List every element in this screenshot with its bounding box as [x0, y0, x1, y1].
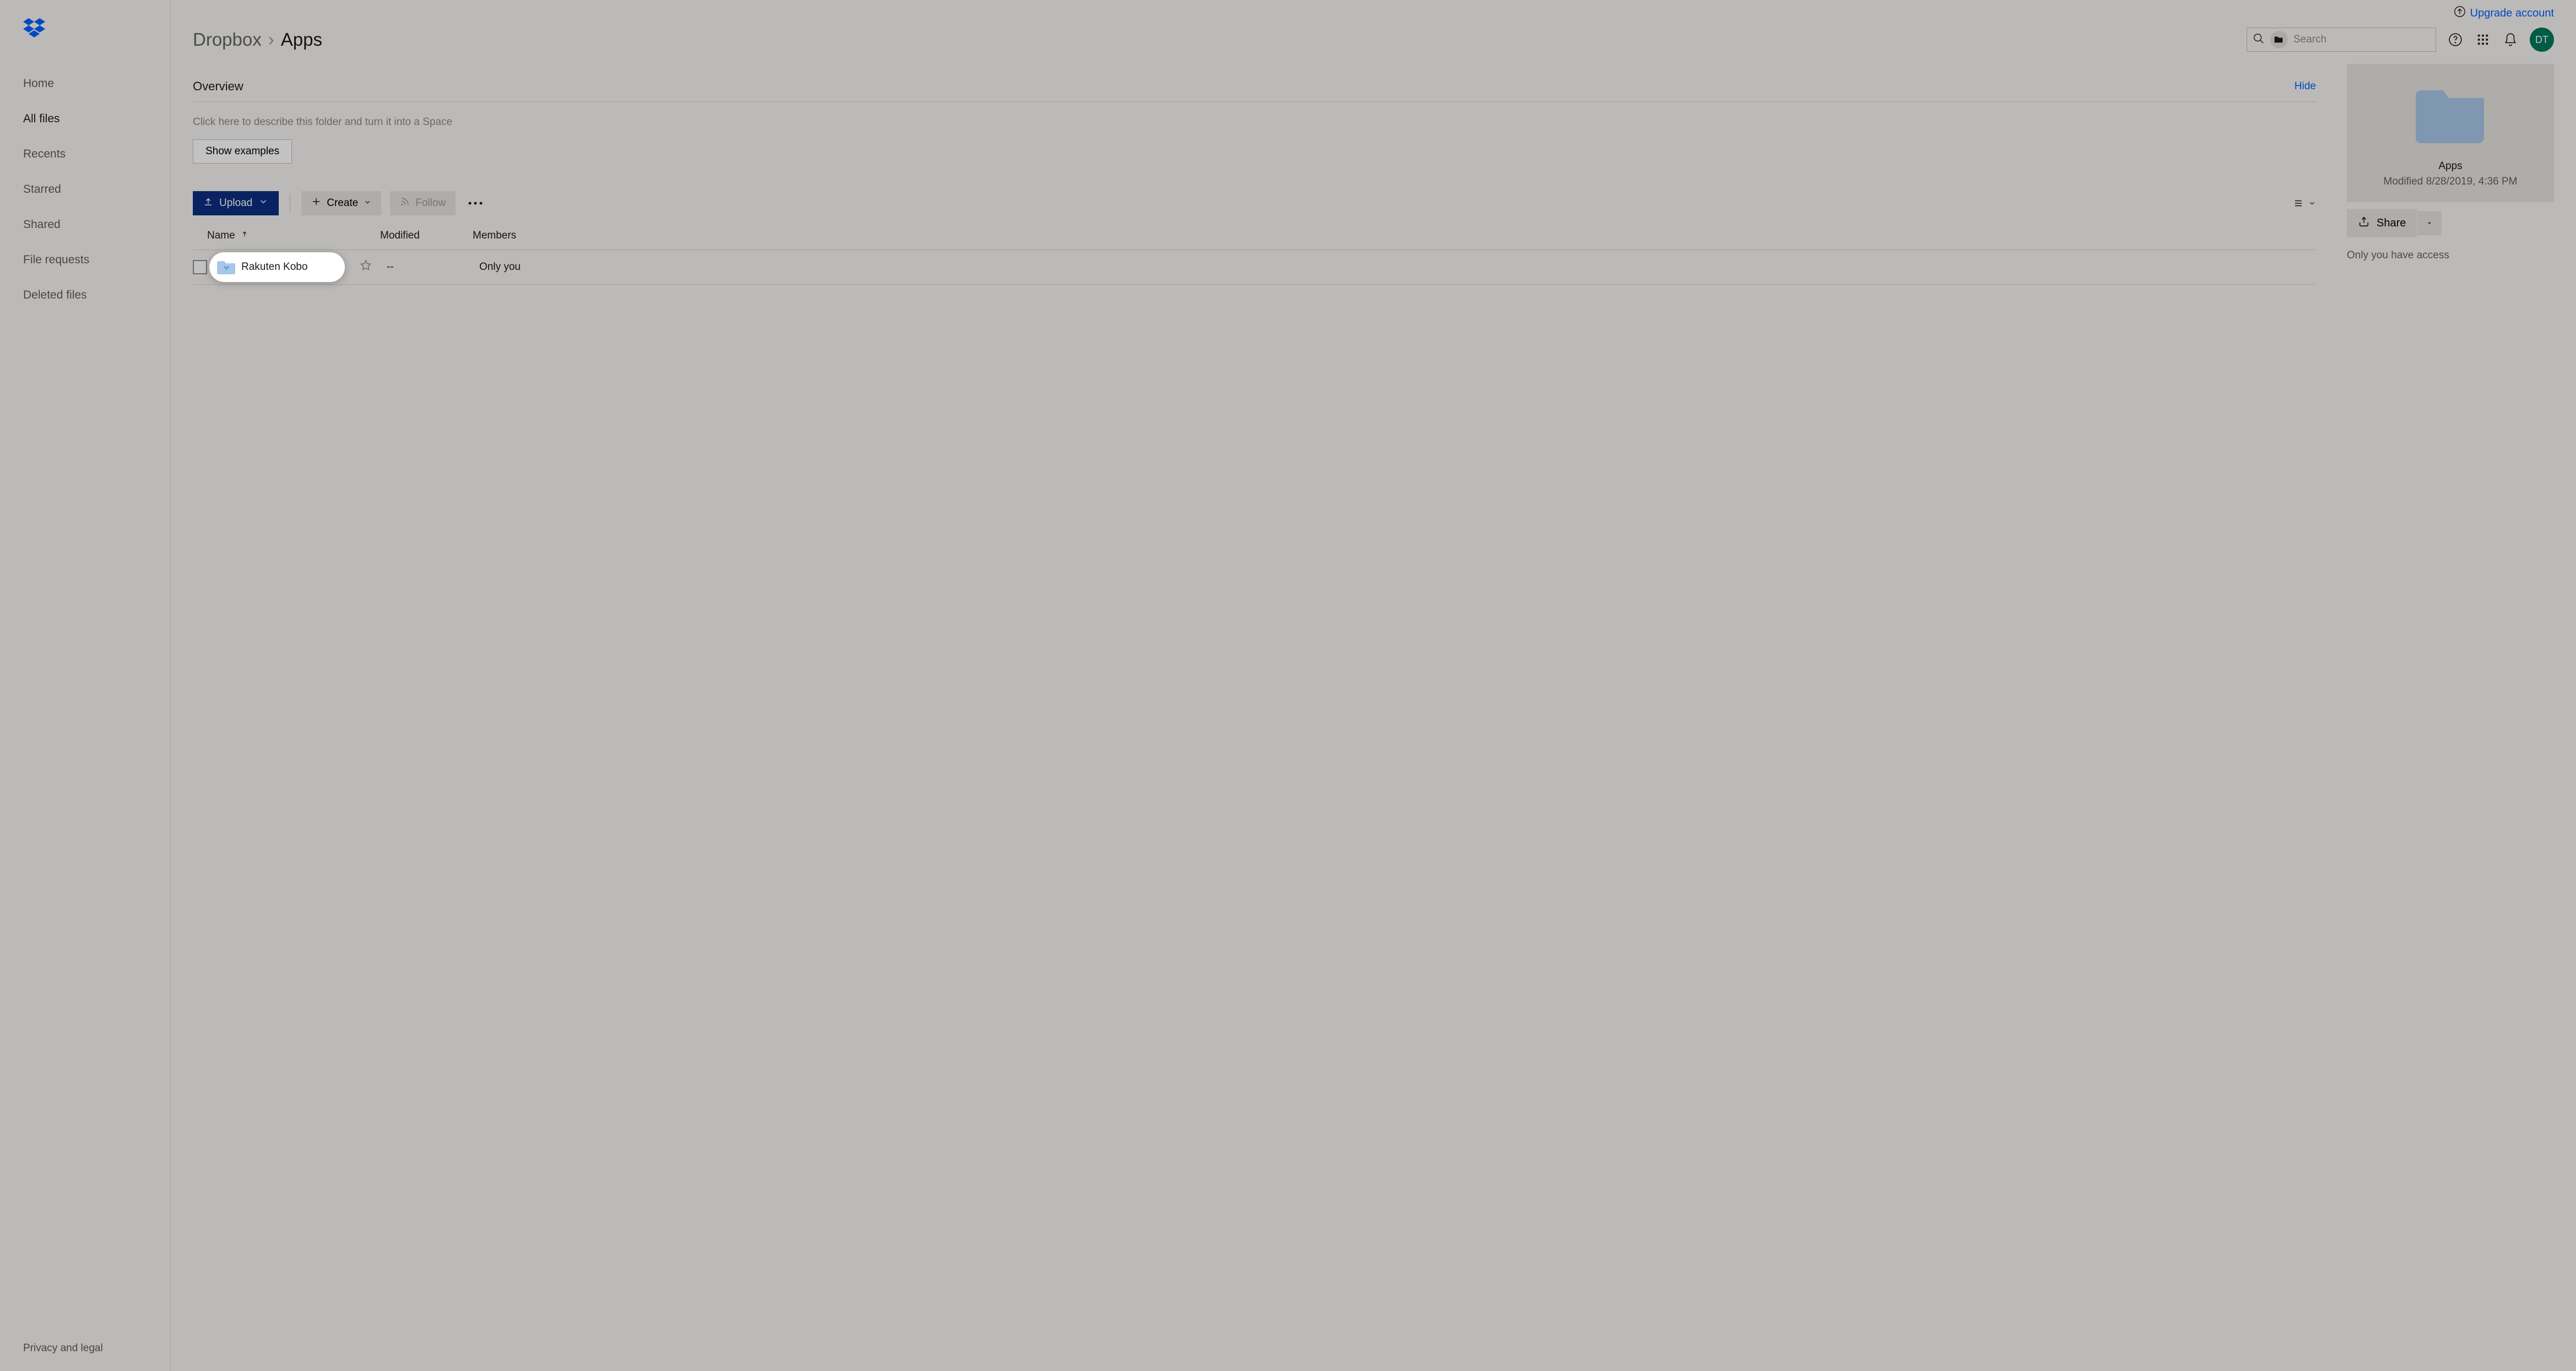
search-input[interactable] — [2293, 34, 2430, 46]
upload-button[interactable]: Upload — [193, 191, 279, 215]
column-header-members[interactable]: Members — [473, 230, 516, 242]
more-button[interactable] — [464, 192, 486, 214]
follow-label: Follow — [415, 197, 446, 209]
share-button[interactable]: Share — [2347, 209, 2417, 237]
share-dropdown-button[interactable] — [2417, 211, 2442, 235]
access-note: Only you have access — [2347, 250, 2554, 262]
upgrade-label: Upgrade account — [2470, 7, 2554, 20]
search-icon — [2253, 32, 2265, 47]
avatar[interactable]: DT — [2530, 28, 2554, 52]
share-label: Share — [2377, 217, 2406, 230]
folder-icon — [217, 259, 236, 275]
chevron-down-icon — [364, 197, 371, 209]
main-area: Upgrade account Dropbox › Apps — [171, 0, 2576, 1371]
upload-label: Upload — [219, 197, 252, 209]
dropbox-logo[interactable] — [0, 18, 170, 77]
breadcrumb: Dropbox › Apps — [193, 29, 322, 50]
breadcrumb-root[interactable]: Dropbox — [193, 29, 262, 50]
notifications-button[interactable] — [2502, 31, 2519, 48]
upgrade-account-link[interactable]: Upgrade account — [2454, 6, 2554, 21]
info-modified: Modified 8/28/2019, 4:36 PM — [2356, 176, 2545, 188]
apps-grid-button[interactable] — [2475, 31, 2491, 48]
sidebar-item-starred[interactable]: Starred — [23, 183, 147, 196]
rss-icon — [400, 197, 410, 210]
create-button[interactable]: Create — [301, 191, 381, 215]
table-row[interactable]: Rakuten Kobo -- Only you — [193, 250, 2316, 285]
follow-button[interactable]: Follow — [390, 191, 456, 215]
help-button[interactable] — [2447, 31, 2464, 48]
sidebar-item-all-files[interactable]: All files — [23, 112, 147, 126]
row-checkbox[interactable] — [193, 260, 207, 274]
overview-title: Overview — [193, 79, 243, 94]
view-mode-button[interactable] — [2293, 198, 2316, 208]
info-folder-name: Apps — [2356, 160, 2545, 172]
share-icon — [2358, 215, 2370, 231]
sidebar-item-recents[interactable]: Recents — [23, 148, 147, 161]
upgrade-icon — [2454, 6, 2466, 21]
sidebar-item-file-requests[interactable]: File requests — [23, 253, 147, 267]
sidebar-nav: Home All files Recents Starred Shared Fi… — [0, 77, 170, 1342]
search-box[interactable] — [2247, 28, 2436, 52]
star-button[interactable] — [359, 259, 372, 275]
folder-icon — [2356, 88, 2545, 149]
create-label: Create — [327, 197, 358, 209]
overview-placeholder[interactable]: Click here to describe this folder and t… — [193, 102, 2316, 139]
sidebar-item-shared[interactable]: Shared — [23, 218, 147, 231]
column-header-modified[interactable]: Modified — [380, 230, 473, 242]
overview-hide-link[interactable]: Hide — [2294, 80, 2316, 93]
row-modified: -- — [387, 261, 479, 273]
privacy-legal-link[interactable]: Privacy and legal — [0, 1342, 170, 1371]
sidebar-item-home[interactable]: Home — [23, 77, 147, 90]
sort-ascending-icon — [241, 230, 248, 242]
highlighted-row[interactable]: Rakuten Kobo — [209, 252, 345, 282]
column-header-name[interactable]: Name — [207, 230, 380, 242]
breadcrumb-separator: › — [268, 29, 274, 50]
plus-icon — [311, 197, 321, 210]
sidebar-item-deleted-files[interactable]: Deleted files — [23, 289, 147, 302]
sidebar: Home All files Recents Starred Shared Fi… — [0, 0, 171, 1371]
row-name: Rakuten Kobo — [241, 261, 307, 273]
upload-icon — [203, 197, 214, 210]
row-members: Only you — [479, 261, 521, 273]
folder-context-button[interactable] — [2270, 31, 2288, 48]
breadcrumb-current: Apps — [281, 29, 322, 50]
folder-info-card: Apps Modified 8/28/2019, 4:36 PM — [2347, 64, 2554, 202]
show-examples-button[interactable]: Show examples — [193, 139, 292, 164]
chevron-down-icon — [258, 197, 269, 210]
